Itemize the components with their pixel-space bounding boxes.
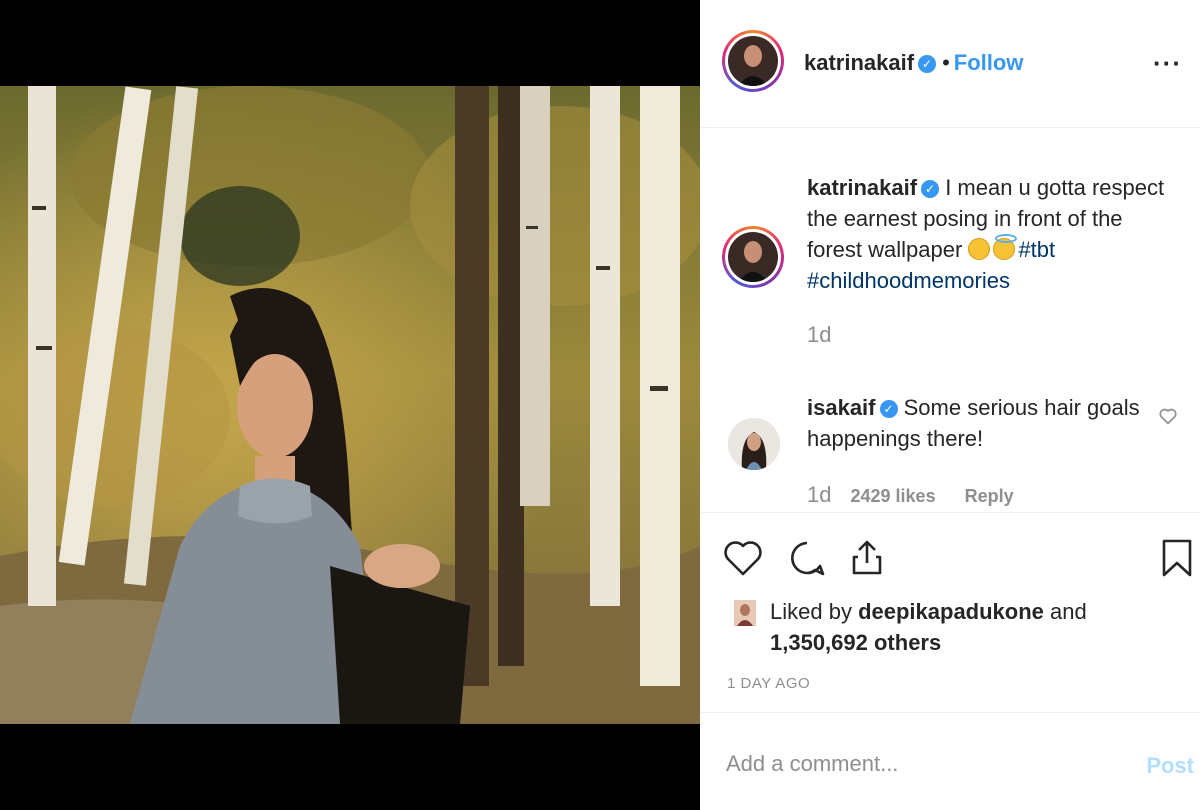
caption-time[interactable]: 1d [807,322,831,348]
likes-count[interactable]: 1,350,692 others [770,630,941,655]
separator-dot: • [942,50,950,75]
post-media [0,0,700,810]
share-icon[interactable] [846,537,888,579]
likes-text: Liked by deepikapadukone and 1,350,692 o… [770,596,1130,658]
author-avatar-image [728,36,778,86]
reply-time[interactable]: 1d [807,482,831,507]
reply-likes-count[interactable]: 2429 likes [851,486,936,506]
reply-username[interactable]: isakaif [807,395,876,420]
author-username[interactable]: katrinakaif [804,50,914,75]
caption-avatar[interactable] [722,226,784,288]
reply-meta: 1d 2429 likes Reply [807,482,1014,508]
add-comment-input[interactable] [726,751,1126,777]
likes-prefix: Liked by [770,599,852,624]
author-avatar[interactable] [722,30,784,92]
reply-avatar-image [728,418,780,470]
verified-badge-icon: ✓ [921,180,940,198]
liker-username[interactable]: deepikapadukone [858,599,1044,624]
verified-badge-icon: ✓ [918,55,937,73]
post-sidebar: katrinakaif ✓ • Follow ··· katrinakaif ✓ I m… [700,0,1200,810]
liker-avatar[interactable] [734,600,756,626]
action-bar [700,512,1200,602]
reply-button[interactable]: Reply [965,486,1014,506]
comment-bubble-icon[interactable] [786,537,828,579]
verified-badge-icon: ✓ [879,400,898,418]
post-comment-button[interactable]: Post [1146,753,1194,779]
like-heart-icon[interactable] [722,537,764,579]
follow-button[interactable]: Follow [954,50,1024,75]
likes-joiner: and [1050,599,1087,624]
post-date[interactable]: 1 DAY AGO [727,675,810,692]
forest-portrait-image [0,86,700,724]
hashtag-childhoodmemories[interactable]: #childhoodmemories [807,268,1010,293]
comment-like-heart-icon[interactable] [1158,406,1178,426]
more-options-icon[interactable]: ··· [1153,48,1182,79]
reply-avatar[interactable] [728,418,780,470]
caption-avatar-image [728,232,778,282]
caption-text-block: katrinakaif ✓ I mean u gotta respect the … [807,172,1177,296]
post-header: katrinakaif ✓ • Follow ··· [700,0,1200,128]
caption-username[interactable]: katrinakaif [807,175,917,200]
reply-comment: isakaif ✓ Some serious hair goals happeni… [807,392,1147,454]
post-photo[interactable] [0,86,700,724]
save-bookmark-icon[interactable] [1156,537,1198,579]
hashtag-tbt[interactable]: #tbt [1018,237,1055,262]
pensive-face-emoji-icon [968,238,991,260]
halo-face-emoji-icon [993,234,1018,260]
comment-bar: Post [700,712,1200,810]
header-user-line: katrinakaif ✓ • Follow [804,50,1023,76]
